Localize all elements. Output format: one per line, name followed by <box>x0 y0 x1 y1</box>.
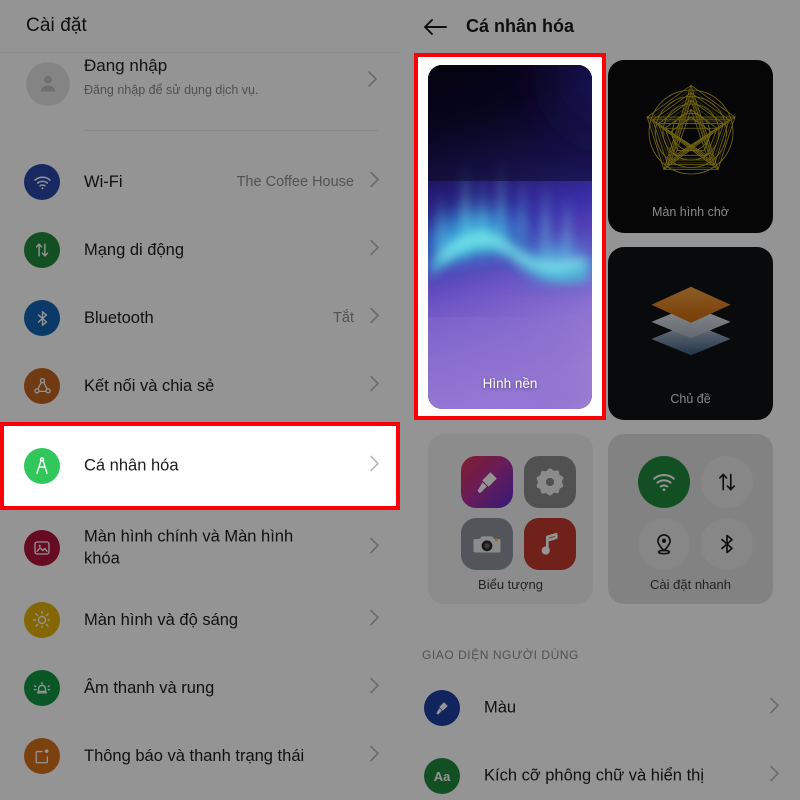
sidebar-item-label: Bluetooth <box>84 308 154 327</box>
sidebar-item-label: Mạng di động <box>84 240 184 259</box>
mobile-data-icon <box>24 232 60 268</box>
brightness-icon <box>24 602 60 638</box>
sidebar-item-value: Tắt <box>333 310 354 326</box>
sidebar-item-display-brightness[interactable]: Màn hình và độ sáng <box>0 584 400 656</box>
settings-gear-icon <box>524 456 576 508</box>
account-row[interactable]: Đang nhập Đăng nhập để sử dụng dịch vụ. <box>0 52 400 130</box>
card-theme[interactable]: Chủ đề <box>608 247 773 420</box>
chevron-right-icon <box>769 765 780 788</box>
sidebar-item-bluetooth[interactable]: Bluetooth Tắt <box>0 282 400 354</box>
chevron-right-icon <box>369 171 380 194</box>
settings-header: Cài đặt <box>0 0 400 52</box>
location-icon <box>638 518 690 570</box>
sidebar-item-wifi[interactable]: Wi-Fi The Coffee House <box>0 146 400 218</box>
wifi-icon <box>24 164 60 200</box>
sidebar-item-label: Màn hình chính và Màn hình khóa <box>84 527 294 568</box>
sidebar-item-connection-sharing[interactable]: Kết nối và chia sẻ <box>0 350 400 422</box>
highlight-box-wallpaper <box>414 53 606 420</box>
account-subtitle: Đăng nhập để sử dụng dịch vụ. <box>84 83 259 97</box>
spirograph-icon <box>645 83 736 175</box>
tile-caption: Biểu tượng <box>478 577 543 592</box>
row-color[interactable]: Màu <box>400 674 800 742</box>
row-label: Màu <box>484 698 517 717</box>
card-screensaver[interactable]: Màn hình chờ <box>608 60 773 233</box>
card-caption: Chủ đề <box>670 392 711 406</box>
chevron-right-icon <box>369 609 380 632</box>
chevron-right-icon <box>367 70 378 93</box>
account-title: Đang nhập <box>84 56 168 75</box>
chevron-right-icon <box>369 745 380 768</box>
mobile-data-icon <box>701 456 753 508</box>
divider <box>84 130 378 131</box>
sidebar-item-label: Màn hình và độ sáng <box>84 610 239 629</box>
tile-icons[interactable]: Biểu tượng <box>428 434 593 604</box>
chevron-right-icon <box>369 537 380 560</box>
font-size-glyph: Aa <box>433 768 451 784</box>
bluetooth-icon <box>24 300 60 336</box>
personalization-header: Cá nhân hóa <box>400 0 800 54</box>
page-title: Cá nhân hóa <box>466 16 575 36</box>
tile-quick-settings[interactable]: Cài đặt nhanh <box>608 434 773 604</box>
arrow-left-icon[interactable] <box>422 16 448 38</box>
page-title: Cài đặt <box>26 15 87 36</box>
chevron-right-icon <box>369 307 380 330</box>
person-icon <box>26 62 70 106</box>
paint-roller-icon <box>424 690 460 726</box>
sidebar-item-label: Kết nối và chia sẻ <box>84 376 215 395</box>
row-font-size[interactable]: Aa Kích cỡ phông chữ và hiển thị <box>400 742 800 800</box>
sidebar-item-notifications-statusbar[interactable]: Thông báo và thanh trạng thái <box>0 720 400 792</box>
tile-caption: Cài đặt nhanh <box>650 577 731 592</box>
wifi-icon <box>638 456 690 508</box>
screenshot-root: Cài đặt Đang nhập Đăng nhập để sử dụng d… <box>0 0 800 800</box>
sidebar-item-label: Thông báo và thanh trạng thái <box>84 746 305 765</box>
settings-panel: Cài đặt Đang nhập Đăng nhập để sử dụng d… <box>0 0 400 800</box>
sidebar-item-sound-vibration[interactable]: Âm thanh và rung <box>0 652 400 724</box>
font-size-icon: Aa <box>424 758 460 794</box>
highlight-box-personalization <box>0 422 400 510</box>
share-connections-icon <box>24 368 60 404</box>
chevron-right-icon <box>769 697 780 720</box>
paint-roller-icon <box>461 456 513 508</box>
notification-icon <box>24 738 60 774</box>
chevron-right-icon <box>369 677 380 700</box>
home-lock-screen-icon <box>24 530 60 566</box>
sidebar-item-mobile-network[interactable]: Mạng di động <box>0 214 400 286</box>
bluetooth-icon <box>701 518 753 570</box>
card-caption: Màn hình chờ <box>652 205 729 219</box>
music-note-icon <box>524 518 576 570</box>
camera-icon <box>461 518 513 570</box>
sound-vibration-icon <box>24 670 60 706</box>
chevron-right-icon <box>369 375 380 398</box>
sidebar-item-label: Âm thanh và rung <box>84 678 215 697</box>
section-header: GIAO DIỆN NGƯỜI DÙNG <box>422 648 579 662</box>
layers-icon <box>650 286 731 356</box>
sidebar-item-value: The Coffee House <box>236 174 354 190</box>
sidebar-item-home-lock-screen[interactable]: Màn hình chính và Màn hình khóa <box>0 510 400 586</box>
chevron-right-icon <box>369 239 380 262</box>
row-label: Kích cỡ phông chữ và hiển thị <box>484 766 704 785</box>
